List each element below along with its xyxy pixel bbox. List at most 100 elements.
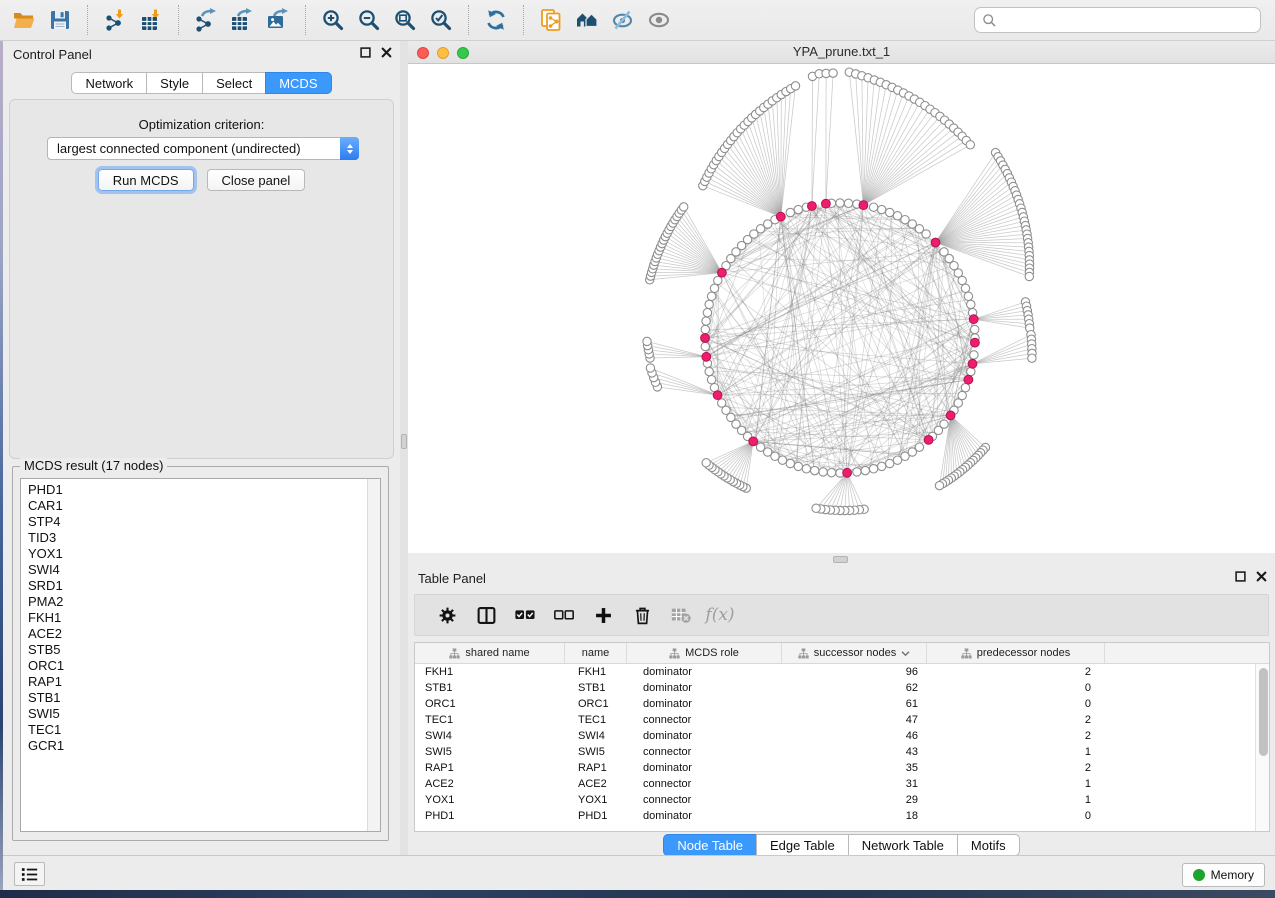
close-panel-icon[interactable] — [381, 47, 392, 58]
table-row[interactable]: STB1STB1dominator620 — [415, 680, 1269, 696]
save-session-button[interactable] — [42, 3, 78, 37]
mcds-result-item[interactable]: GCR1 — [28, 738, 380, 754]
table-row[interactable]: ORC1ORC1dominator610 — [415, 696, 1269, 712]
cell-successor_nodes[interactable]: 35 — [782, 760, 927, 776]
cell-name[interactable]: SWI4 — [565, 728, 627, 744]
import-network-button[interactable] — [97, 3, 133, 37]
zoom-fit-button[interactable] — [387, 3, 423, 37]
select-all-rows-button[interactable] — [507, 598, 543, 632]
show-all-button[interactable] — [641, 3, 677, 37]
column-header-name[interactable]: name — [565, 643, 627, 663]
mcds-result-item[interactable]: CAR1 — [28, 498, 380, 514]
cell-shared_name[interactable]: STB1 — [415, 680, 565, 696]
column-header-successor-nodes[interactable]: successor nodes — [782, 643, 927, 663]
close-panel-button[interactable]: Close panel — [207, 169, 306, 191]
search-input[interactable] — [997, 10, 1260, 30]
tab-node-table[interactable]: Node Table — [663, 834, 757, 856]
cell-name[interactable]: PHD1 — [565, 808, 627, 824]
export-table-button[interactable] — [224, 3, 260, 37]
mcds-result-item[interactable]: FKH1 — [28, 610, 380, 626]
cell-mcds_role[interactable]: connector — [627, 776, 782, 792]
mcds-result-item[interactable]: STP4 — [28, 514, 380, 530]
cell-successor_nodes[interactable]: 62 — [782, 680, 927, 696]
export-network-button[interactable] — [188, 3, 224, 37]
cell-shared_name[interactable]: FKH1 — [415, 664, 565, 680]
network-from-file-button[interactable] — [533, 3, 569, 37]
task-history-button[interactable] — [14, 862, 45, 886]
cell-shared_name[interactable]: RAP1 — [415, 760, 565, 776]
open-file-button[interactable] — [6, 3, 42, 37]
cell-successor_nodes[interactable]: 43 — [782, 744, 927, 760]
cell-shared_name[interactable]: SWI5 — [415, 744, 565, 760]
import-table-button[interactable] — [133, 3, 169, 37]
zoom-selected-button[interactable] — [423, 3, 459, 37]
cell-successor_nodes[interactable]: 18 — [782, 808, 927, 824]
mcds-result-item[interactable]: PHD1 — [28, 482, 380, 498]
cell-name[interactable]: ORC1 — [565, 696, 627, 712]
cell-mcds_role[interactable]: connector — [627, 744, 782, 760]
cell-name[interactable]: ACE2 — [565, 776, 627, 792]
table-row[interactable]: ACE2ACE2connector311 — [415, 776, 1269, 792]
mcds-result-item[interactable]: ORC1 — [28, 658, 380, 674]
cell-shared_name[interactable]: PHD1 — [415, 808, 565, 824]
mcds-result-item[interactable]: SWI5 — [28, 706, 380, 722]
float-panel-icon[interactable] — [1235, 571, 1246, 582]
network-window-titlebar[interactable]: YPA_prune.txt_1 — [408, 41, 1275, 64]
zoom-out-button[interactable] — [351, 3, 387, 37]
run-mcds-button[interactable]: Run MCDS — [98, 169, 194, 191]
cell-shared_name[interactable]: YOX1 — [415, 792, 565, 808]
deselect-all-rows-button[interactable] — [546, 598, 582, 632]
vertical-splitter[interactable] — [400, 41, 408, 855]
mcds-result-list[interactable]: PHD1CAR1STP4TID3YOX1SWI4SRD1PMA2FKH1ACE2… — [20, 478, 381, 832]
cell-successor_nodes[interactable]: 29 — [782, 792, 927, 808]
delete-column-button[interactable] — [624, 598, 660, 632]
mcds-result-item[interactable]: RAP1 — [28, 674, 380, 690]
toggle-columns-button[interactable] — [468, 598, 504, 632]
cell-mcds_role[interactable]: connector — [627, 712, 782, 728]
window-close-icon[interactable] — [417, 47, 429, 59]
cell-predecessor_nodes[interactable]: 1 — [927, 776, 1105, 792]
tab-edge-table[interactable]: Edge Table — [756, 834, 849, 856]
cell-successor_nodes[interactable]: 47 — [782, 712, 927, 728]
criterion-dropdown[interactable]: largest connected component (undirected) — [47, 137, 359, 160]
first-neighbors-button[interactable] — [569, 3, 605, 37]
cell-shared_name[interactable]: TEC1 — [415, 712, 565, 728]
tab-select[interactable]: Select — [202, 72, 266, 94]
cell-successor_nodes[interactable]: 96 — [782, 664, 927, 680]
table-row[interactable]: SWI5SWI5connector431 — [415, 744, 1269, 760]
cell-shared_name[interactable]: ACE2 — [415, 776, 565, 792]
column-settings-button[interactable] — [429, 598, 465, 632]
cell-name[interactable]: RAP1 — [565, 760, 627, 776]
memory-button[interactable]: Memory — [1182, 863, 1265, 887]
cell-successor_nodes[interactable]: 46 — [782, 728, 927, 744]
cell-mcds_role[interactable]: dominator — [627, 760, 782, 776]
cell-name[interactable]: STB1 — [565, 680, 627, 696]
cell-mcds_role[interactable]: dominator — [627, 728, 782, 744]
hide-selected-button[interactable] — [605, 3, 641, 37]
table-row[interactable]: TEC1TEC1connector472 — [415, 712, 1269, 728]
zoom-in-button[interactable] — [315, 3, 351, 37]
cell-successor_nodes[interactable]: 31 — [782, 776, 927, 792]
cell-mcds_role[interactable]: dominator — [627, 680, 782, 696]
cell-predecessor_nodes[interactable]: 0 — [927, 680, 1105, 696]
cell-predecessor_nodes[interactable]: 0 — [927, 808, 1105, 824]
splitter-grip[interactable] — [401, 434, 407, 449]
mcds-result-item[interactable]: TID3 — [28, 530, 380, 546]
mcds-result-item[interactable]: STB5 — [28, 642, 380, 658]
table-row[interactable]: FKH1FKH1dominator962 — [415, 664, 1269, 680]
cell-predecessor_nodes[interactable]: 2 — [927, 664, 1105, 680]
table-row[interactable]: YOX1YOX1connector291 — [415, 792, 1269, 808]
search-box[interactable] — [974, 7, 1261, 33]
mcds-result-item[interactable]: STB1 — [28, 690, 380, 706]
mcds-result-item[interactable]: SRD1 — [28, 578, 380, 594]
tab-network-table[interactable]: Network Table — [848, 834, 958, 856]
cell-shared_name[interactable]: ORC1 — [415, 696, 565, 712]
cell-predecessor_nodes[interactable]: 1 — [927, 792, 1105, 808]
mcds-result-item[interactable]: TEC1 — [28, 722, 380, 738]
network-canvas[interactable] — [408, 64, 1275, 553]
close-panel-icon[interactable] — [1256, 571, 1267, 582]
mcds-result-item[interactable]: SWI4 — [28, 562, 380, 578]
cell-mcds_role[interactable]: connector — [627, 792, 782, 808]
cell-name[interactable]: YOX1 — [565, 792, 627, 808]
column-header-MCDS-role[interactable]: MCDS role — [627, 643, 782, 663]
